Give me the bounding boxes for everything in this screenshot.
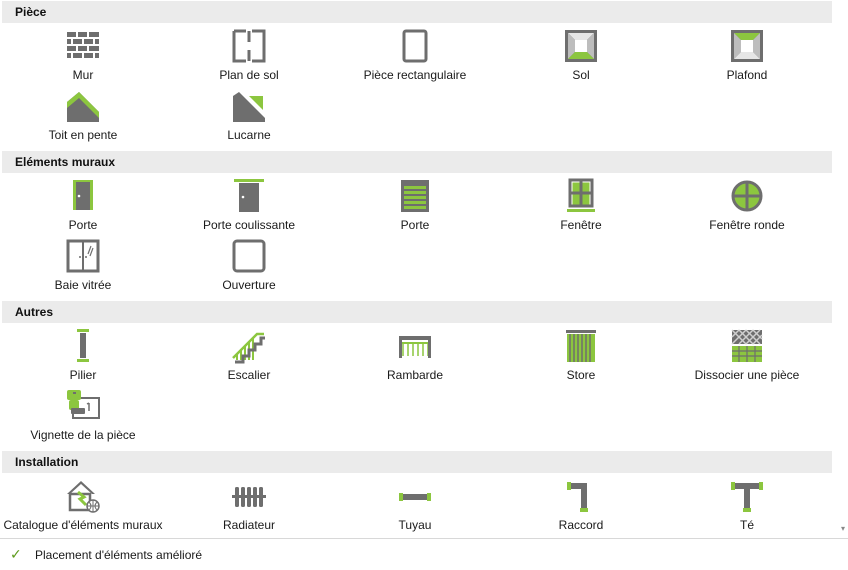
tool-ouverture[interactable]: Ouverture bbox=[166, 238, 332, 298]
vertical-scrollbar[interactable] bbox=[836, 0, 848, 538]
tool-radiateur[interactable]: Radiateur bbox=[166, 478, 332, 538]
tool-raccord[interactable]: Raccord bbox=[498, 478, 664, 538]
tool-label: Toit en pente bbox=[48, 128, 118, 142]
tool-plan-de-sol[interactable]: Plan de sol bbox=[166, 28, 332, 88]
wall-icon bbox=[67, 32, 99, 58]
wall-elements-catalog-icon bbox=[67, 481, 100, 513]
section-elements-muraux: Eléments muraux Porte Porte coulissante bbox=[0, 151, 836, 298]
pipe-icon bbox=[399, 493, 431, 501]
tool-label: Fenêtre bbox=[560, 218, 602, 232]
tool-label: Pilier bbox=[69, 368, 97, 382]
section-header-installation[interactable]: Installation bbox=[2, 451, 832, 473]
tool-label: Porte bbox=[400, 218, 430, 232]
tool-sol[interactable]: Sol bbox=[498, 28, 664, 88]
tee-fitting-icon bbox=[731, 482, 763, 512]
tool-label: Porte coulissante bbox=[202, 218, 296, 232]
tool-plafond[interactable]: Plafond bbox=[664, 28, 830, 88]
tool-label: Ouverture bbox=[222, 278, 276, 292]
tool-label: Rambarde bbox=[386, 368, 444, 382]
section-piece: Pièce Mur Plan de sol Pièce rectangulair… bbox=[0, 1, 836, 148]
tool-label: Tuyau bbox=[398, 518, 432, 532]
blind-icon bbox=[566, 330, 596, 362]
tool-label: Mur bbox=[72, 68, 94, 82]
stairs-icon bbox=[232, 332, 265, 364]
split-room-icon bbox=[731, 329, 763, 362]
round-window-icon bbox=[731, 180, 763, 212]
section-installation: Installation Catalogue d'éléments muraux bbox=[0, 451, 836, 538]
tool-rambarde[interactable]: Rambarde bbox=[332, 328, 498, 388]
tool-escalier[interactable]: Escalier bbox=[166, 328, 332, 388]
catalog-panel: Pièce Mur Plan de sol Pièce rectangulair… bbox=[0, 0, 836, 538]
tool-catalogue-elements-muraux[interactable]: Catalogue d'éléments muraux bbox=[0, 478, 166, 538]
footer-option[interactable]: ✓ Placement d'éléments amélioré bbox=[0, 538, 848, 570]
improved-placement-label: Placement d'éléments amélioré bbox=[35, 547, 203, 562]
garage-door-icon bbox=[401, 180, 429, 212]
tool-porte-garage[interactable]: Porte bbox=[332, 178, 498, 238]
railing-icon bbox=[399, 336, 431, 358]
tool-fenetre-ronde[interactable]: Fenêtre ronde bbox=[664, 178, 830, 238]
section-header-elements-muraux[interactable]: Eléments muraux bbox=[2, 151, 832, 173]
sloped-roof-icon bbox=[67, 92, 99, 122]
tool-label: Lucarne bbox=[227, 128, 271, 142]
tool-label: Raccord bbox=[558, 518, 604, 532]
tool-store[interactable]: Store bbox=[498, 328, 664, 388]
tool-label: Plafond bbox=[726, 68, 768, 82]
tool-lucarne[interactable]: Lucarne bbox=[166, 88, 332, 148]
tool-label: Fenêtre ronde bbox=[709, 218, 785, 232]
tool-porte-coulissante[interactable]: Porte coulissante bbox=[166, 178, 332, 238]
floor-plan-icon bbox=[232, 29, 266, 63]
room-label-icon bbox=[67, 390, 100, 419]
section-header-piece[interactable]: Pièce bbox=[2, 1, 832, 23]
tool-label: Té bbox=[739, 518, 754, 532]
tool-label: Vignette de la pièce bbox=[30, 428, 136, 442]
dormer-icon bbox=[233, 92, 265, 122]
tool-tuyau[interactable]: Tuyau bbox=[332, 478, 498, 538]
elbow-fitting-icon bbox=[567, 482, 588, 512]
tool-label: Plan de sol bbox=[219, 68, 279, 82]
door-icon bbox=[73, 180, 93, 210]
opening-icon bbox=[232, 239, 266, 273]
tool-label: Catalogue d'éléments muraux bbox=[3, 518, 163, 532]
tool-label: Dissocier une pièce bbox=[694, 368, 800, 382]
rectangular-room-icon bbox=[402, 29, 428, 63]
floor-icon bbox=[565, 30, 597, 62]
tool-baie-vitree[interactable]: Baie vitrée bbox=[0, 238, 166, 298]
tool-label: Pièce rectangulaire bbox=[363, 68, 467, 82]
tool-label: Porte bbox=[68, 218, 98, 232]
tool-label: Store bbox=[566, 368, 596, 382]
tool-toit-en-pente[interactable]: Toit en pente bbox=[0, 88, 166, 148]
tool-piece-rectangulaire[interactable]: Pièce rectangulaire bbox=[332, 28, 498, 88]
window-icon bbox=[567, 178, 595, 212]
tool-porte[interactable]: Porte bbox=[0, 178, 166, 238]
scroll-down-arrow-icon[interactable]: ▾ bbox=[841, 524, 845, 533]
tool-label: Sol bbox=[572, 68, 590, 82]
ceiling-icon bbox=[731, 30, 763, 62]
pillar-icon bbox=[77, 329, 89, 362]
tool-dissocier-une-piece[interactable]: Dissocier une pièce bbox=[664, 328, 830, 388]
tool-pilier[interactable]: Pilier bbox=[0, 328, 166, 388]
tool-mur[interactable]: Mur bbox=[0, 28, 166, 88]
bay-window-icon bbox=[66, 239, 100, 273]
radiator-icon bbox=[232, 487, 266, 507]
tool-vignette-de-la-piece[interactable]: Vignette de la pièce bbox=[0, 388, 166, 448]
tool-label: Escalier bbox=[227, 368, 271, 382]
tool-label: Baie vitrée bbox=[54, 278, 112, 292]
section-header-autres[interactable]: Autres bbox=[2, 301, 832, 323]
checkmark-icon[interactable]: ✓ bbox=[10, 546, 26, 563]
section-autres: Autres Pilier Escalier Rambarde Store Di… bbox=[0, 301, 836, 448]
sliding-door-icon bbox=[234, 179, 264, 212]
tool-te[interactable]: Té bbox=[664, 478, 830, 538]
tool-fenetre[interactable]: Fenêtre bbox=[498, 178, 664, 238]
tool-label: Radiateur bbox=[222, 518, 276, 532]
